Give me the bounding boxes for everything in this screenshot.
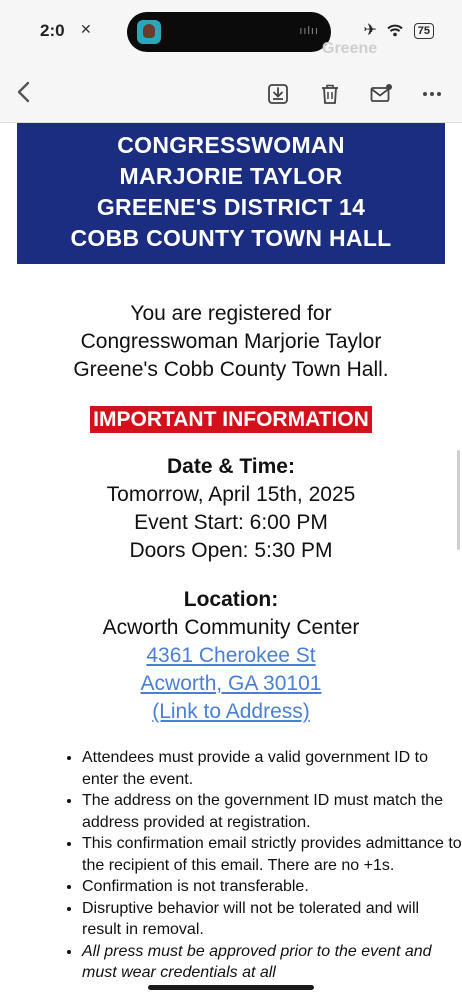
list-item: Confirmation is not transferable. — [82, 876, 462, 898]
dynamic-island[interactable]: ıılıı — [127, 12, 331, 52]
now-playing-thumbnail — [137, 20, 161, 44]
status-icons: ✈ 75 — [357, 20, 434, 40]
home-indicator[interactable] — [148, 985, 314, 990]
event-start-time: Event Start: 6:00 PM — [134, 511, 328, 534]
more-horizontal-icon[interactable] — [420, 82, 444, 106]
event-title-banner: CONGRESSWOMAN MARJORIE TAYLOR GREENE'S D… — [17, 123, 445, 264]
background-brand-text: Greene — [322, 40, 378, 57]
bell-slash-icon: ✕ — [80, 21, 92, 37]
important-information-label: IMPORTANT INFORMATION — [90, 406, 372, 433]
city-address-link[interactable]: Acworth, GA 30101 — [141, 672, 322, 695]
scrollbar[interactable] — [457, 450, 460, 550]
list-item: Attendees must provide a valid governmen… — [82, 747, 462, 790]
status-time: 2:0 — [40, 21, 65, 40]
email-toolbar — [0, 62, 462, 123]
archive-download-icon[interactable] — [266, 82, 290, 106]
event-date: Tomorrow, April 15th, 2025 — [106, 483, 356, 506]
location-heading: Location: — [183, 588, 279, 611]
battery-icon: 75 — [413, 22, 434, 39]
banner-line: COBB COUNTY TOWN HALL — [70, 225, 392, 251]
status-bar: 2:0 ✕ ıılıı Greene ✈ 75 — [0, 0, 462, 62]
trash-icon[interactable] — [318, 82, 342, 106]
list-item: This confirmation email strictly provide… — [82, 833, 462, 876]
intro-line: Congresswoman Marjorie Taylor — [80, 330, 382, 353]
list-item: Disruptive behavior will not be tolerate… — [82, 898, 462, 941]
date-time-heading: Date & Time: — [167, 455, 295, 478]
intro-line: Greene's Cobb County Town Hall. — [73, 358, 389, 381]
venue-name: Acworth Community Center — [102, 616, 360, 639]
banner-line: MARJORIE TAYLOR — [119, 163, 343, 189]
list-item: All press must be approved prior to the … — [82, 941, 462, 984]
wifi-icon — [387, 22, 407, 39]
chevron-left-icon[interactable] — [12, 79, 38, 105]
location-section: Location: Acworth Community Center 4361 … — [0, 586, 462, 726]
list-item: The address on the government ID must ma… — [82, 790, 462, 833]
email-body: You are registered for Congresswoman Mar… — [0, 300, 462, 726]
attendee-rules-list: Attendees must provide a valid governmen… — [58, 747, 462, 984]
doors-open-time: Doors Open: 5:30 PM — [129, 539, 333, 562]
map-link[interactable]: (Link to Address) — [152, 700, 310, 723]
street-address-link[interactable]: 4361 Cherokee St — [146, 644, 315, 667]
airplane-icon: ✈ — [363, 22, 377, 39]
intro-line: You are registered for — [130, 302, 332, 325]
mail-unread-icon[interactable] — [369, 82, 393, 106]
date-time-section: Date & Time: Tomorrow, April 15th, 2025 … — [0, 453, 462, 565]
email-view: 2:0 ✕ ıılıı Greene ✈ 75 CONGRESSWOMAN MA… — [0, 0, 462, 1000]
registration-intro: You are registered for Congresswoman Mar… — [0, 300, 462, 384]
banner-line: CONGRESSWOMAN — [117, 132, 345, 158]
audio-wave-icon: ıılıı — [299, 25, 319, 37]
banner-line: GREENE'S DISTRICT 14 — [96, 194, 366, 220]
